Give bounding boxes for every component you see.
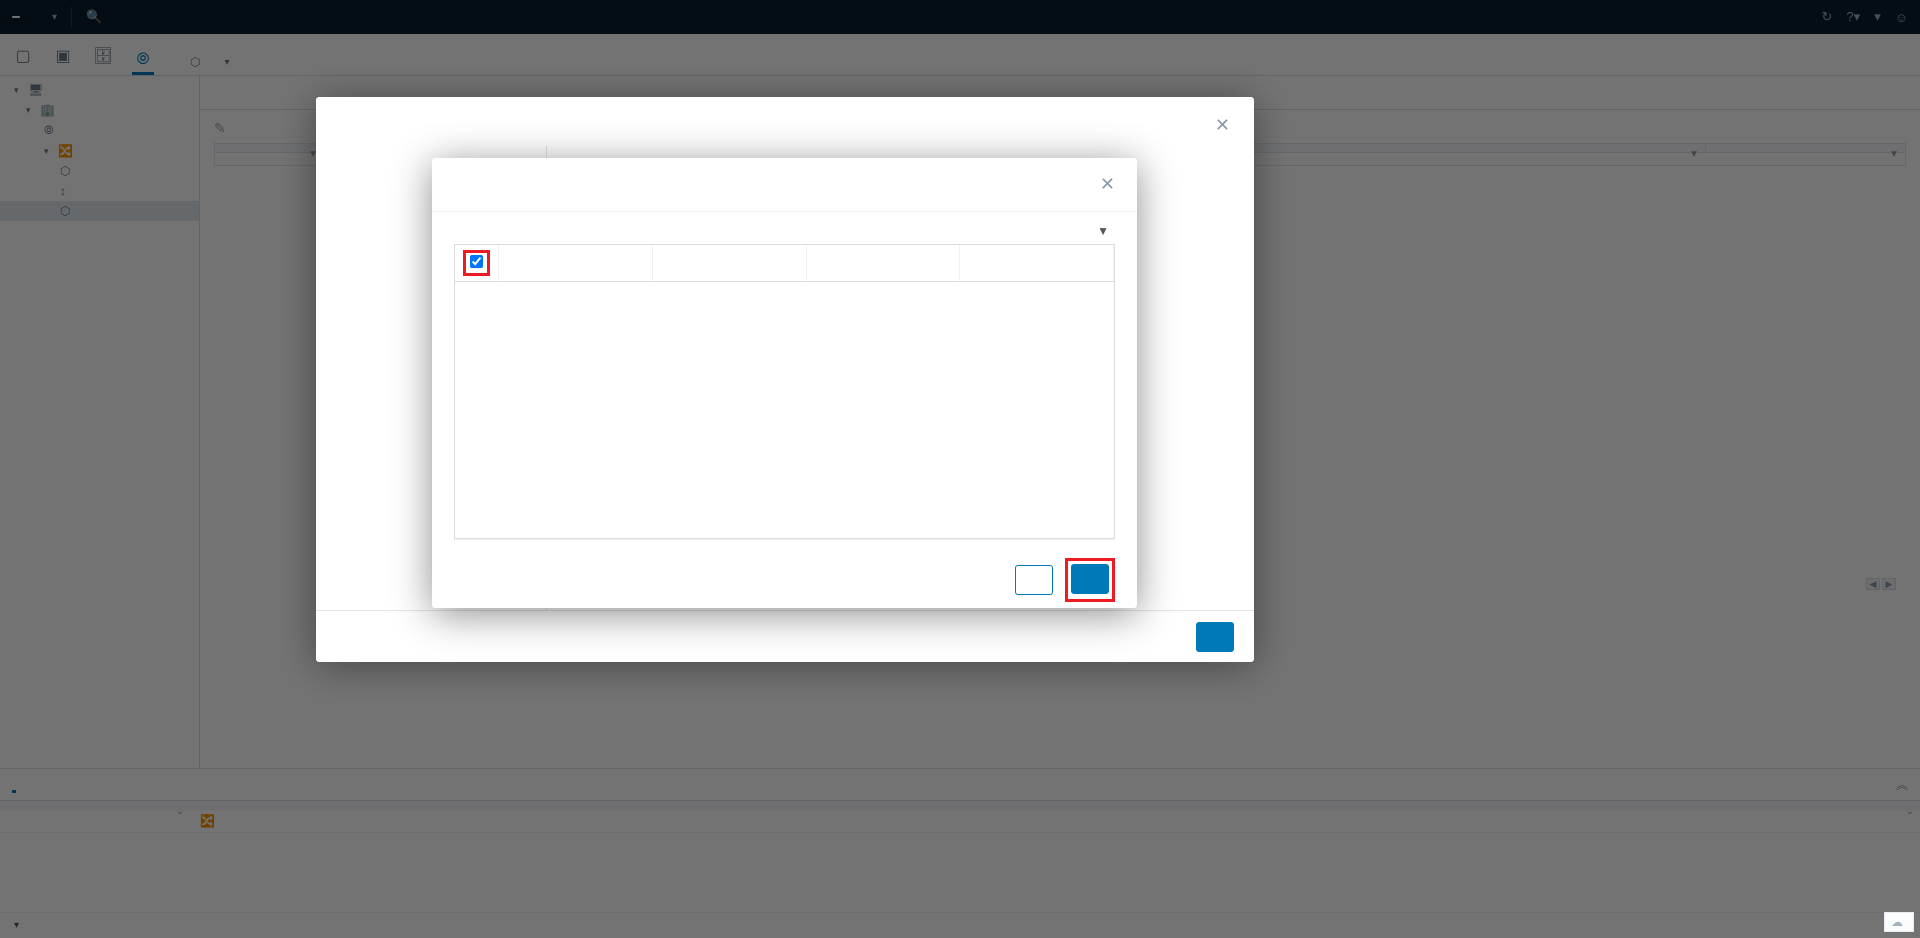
wizard-footer xyxy=(316,610,1254,662)
close-icon[interactable]: ✕ xyxy=(1215,115,1230,136)
close-icon[interactable]: ✕ xyxy=(1100,174,1115,195)
dialog-body: ▼ xyxy=(432,212,1137,552)
cloud-icon: ☁ xyxy=(1891,915,1903,929)
ok-button[interactable] xyxy=(1071,564,1109,594)
col-vds-status[interactable] xyxy=(806,245,960,282)
select-member-hosts-dialog: ✕ ▼ xyxy=(432,158,1137,608)
items-count xyxy=(454,539,1115,552)
dialog-header: ✕ xyxy=(432,158,1137,212)
highlight-select-all xyxy=(463,250,490,276)
filter-bar[interactable]: ▼ xyxy=(454,224,1115,244)
cancel-button[interactable] xyxy=(1015,565,1053,595)
wizard-title xyxy=(340,115,540,136)
col-checkbox[interactable] xyxy=(455,245,499,282)
filter-icon: ▼ xyxy=(1097,224,1109,238)
highlight-ok xyxy=(1065,558,1115,602)
hosts-table-wrapper xyxy=(454,244,1115,539)
select-all-checkbox[interactable] xyxy=(470,255,483,268)
col-cluster[interactable] xyxy=(960,245,1114,282)
wizard-header: ✕ xyxy=(316,97,1254,146)
hosts-table xyxy=(455,245,1114,282)
watermark: ☁ xyxy=(1884,912,1914,932)
dialog-footer xyxy=(432,552,1137,608)
next-button[interactable] xyxy=(1196,622,1234,652)
col-host-status[interactable] xyxy=(652,245,806,282)
col-host[interactable] xyxy=(499,245,653,282)
